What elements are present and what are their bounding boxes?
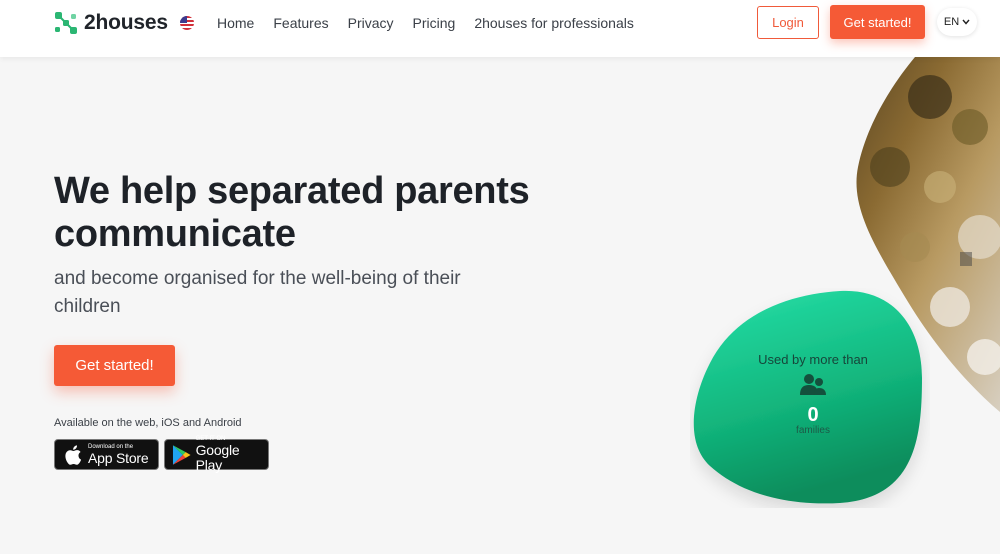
hero-get-started-button[interactable]: Get started! [54,345,175,386]
app-store-large-text: App Store [88,449,149,466]
language-selector[interactable]: EN [937,8,977,36]
brand-logo[interactable]: 2houses [54,10,194,36]
app-store-badge[interactable]: Download on the App Store [54,439,159,470]
google-play-badge[interactable]: GET IT ON Google Play [164,436,269,473]
stats-panel: Used by more than 0 families [693,352,933,436]
users-icon [800,374,826,395]
us-flag-icon[interactable] [179,16,194,30]
logo-mark-icon [55,12,77,34]
login-button[interactable]: Login [757,6,819,39]
google-play-large-text: Google Play [195,442,240,473]
header-get-started-button[interactable]: Get started! [830,5,925,39]
availability-text: Available on the web, iOS and Android [54,417,242,429]
families-count: 0 [807,404,819,426]
main-nav: Home Features Privacy Pricing 2houses fo… [217,0,653,45]
hero-subtitle: and become organised for the well-being … [54,268,461,317]
google-play-icon [172,444,191,465]
top-header: 2houses Home Features Privacy Pricing 2h… [0,0,1000,57]
nav-features[interactable]: Features [273,15,328,31]
stats-label: Used by more than [758,352,868,367]
brand-name: 2houses [84,11,168,34]
nav-privacy[interactable]: Privacy [348,15,394,31]
chevron-down-icon [962,19,970,25]
apple-icon [65,444,82,465]
language-code: EN [943,16,960,28]
nav-professionals[interactable]: 2houses for professionals [474,15,634,31]
nav-pricing[interactable]: Pricing [413,15,456,31]
nav-home[interactable]: Home [217,15,254,31]
hero-title: We help separated parents communicate [54,170,530,255]
families-unit: families [796,425,830,436]
